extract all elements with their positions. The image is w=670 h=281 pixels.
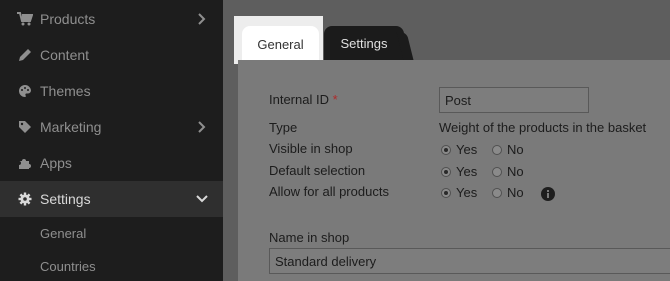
sidebar-item-label: Marketing [40, 119, 102, 135]
sidebar-item-settings[interactable]: Settings [0, 181, 223, 217]
field-label-text: Internal ID [269, 92, 329, 107]
info-icon[interactable] [541, 187, 555, 201]
chevron-right-icon [196, 121, 208, 133]
chevron-right-icon [196, 13, 208, 25]
radio-label: No [507, 185, 524, 200]
internal-id-label: Internal ID * [269, 92, 338, 107]
sidebar-item-marketing[interactable]: Marketing [0, 109, 223, 145]
type-label: Type [269, 120, 298, 135]
visible-no-radio[interactable]: No [492, 142, 524, 157]
allow-all-no-radio[interactable]: No [492, 185, 524, 200]
tag-icon [17, 119, 33, 135]
radio-dot [492, 166, 502, 177]
allow-all-products-label: Allow for all products [269, 184, 389, 199]
radio-dot [492, 144, 502, 155]
tab-general[interactable]: General [242, 26, 319, 62]
sidebar-item-label: Settings [40, 191, 91, 207]
required-marker: * [332, 92, 338, 107]
cart-icon [17, 11, 33, 27]
internal-id-input[interactable]: Post [439, 87, 589, 113]
sidebar-item-content[interactable]: Content [0, 37, 223, 73]
chevron-down-icon [196, 193, 208, 205]
radio-dot [441, 187, 451, 198]
name-in-shop-label: Name in shop [269, 230, 350, 245]
tab-settings[interactable]: Settings [324, 26, 404, 60]
pencil-icon [17, 47, 33, 63]
tab-label: Settings [340, 35, 388, 51]
sidebar-item-label: Apps [40, 155, 72, 171]
sidebar-item-label: Themes [40, 83, 91, 99]
palette-icon [17, 83, 33, 99]
default-no-radio[interactable]: No [492, 164, 524, 179]
radio-label: Yes [456, 164, 478, 179]
radio-dot [441, 144, 451, 155]
radio-label: Yes [456, 142, 478, 157]
allow-all-yes-radio[interactable]: Yes [441, 185, 477, 200]
default-yes-radio[interactable]: Yes [441, 164, 477, 179]
type-value: Weight of the products in the basket [439, 120, 647, 135]
sidebar-item-apps[interactable]: Apps [0, 145, 223, 181]
radio-label: No [507, 142, 524, 157]
sidebar-subitem-countries[interactable]: Countries [40, 259, 96, 274]
default-selection-label: Default selection [269, 163, 366, 178]
radio-label: No [507, 164, 524, 179]
sidebar-item-label: Content [40, 47, 90, 63]
gear-icon [17, 191, 33, 207]
puzzle-icon [17, 155, 33, 171]
sidebar-item-themes[interactable]: Themes [0, 73, 223, 109]
radio-dot [492, 187, 502, 198]
sidebar-item-label: Products [40, 11, 96, 27]
sidebar-item-products[interactable]: Products [0, 1, 223, 37]
form-panel: Internal ID * Post Type Weight of the pr… [238, 60, 670, 281]
visible-yes-radio[interactable]: Yes [441, 142, 477, 157]
radio-label: Yes [456, 185, 478, 200]
visible-in-shop-label: Visible in shop [269, 141, 353, 156]
main-content: General Settings Internal ID * Post Type… [223, 0, 670, 281]
sidebar-subitem-general[interactable]: General [40, 226, 86, 241]
radio-dot [441, 166, 451, 177]
name-in-shop-input[interactable]: Standard delivery [269, 248, 670, 274]
sidebar: Products Content Themes Marketing Apps S… [0, 0, 223, 281]
